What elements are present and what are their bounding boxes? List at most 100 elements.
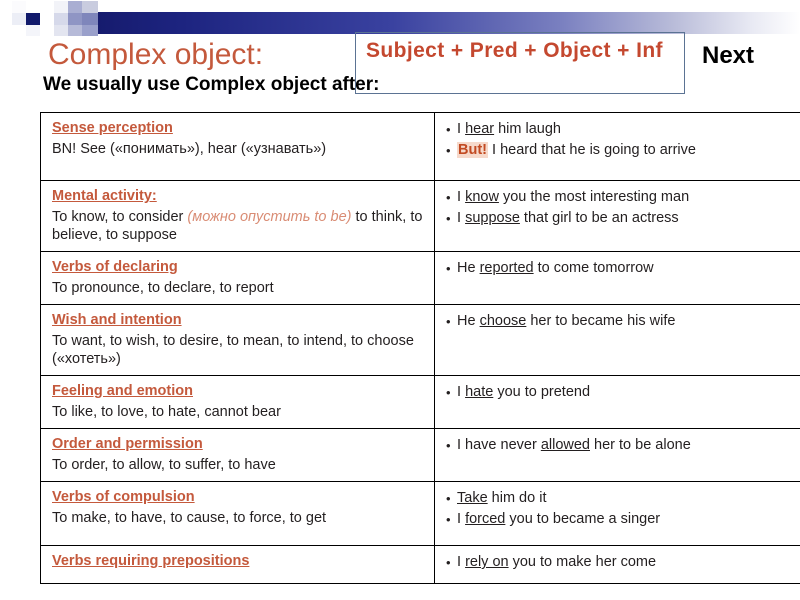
example-text: I heard that he is going to arrive: [488, 142, 696, 158]
example-text: you to became a singer: [505, 511, 661, 527]
category-cell: Verbs requiring prepositions: [40, 545, 435, 584]
category-verbs: To like, to love, to hate, cannot bear: [52, 403, 425, 421]
examples-cell: I rely on you to make her come: [434, 545, 800, 584]
deco-square-dark: [26, 13, 40, 25]
deco-square: [26, 25, 40, 36]
but-badge: But!: [457, 142, 488, 158]
table-row: Feeling and emotion To like, to love, to …: [40, 375, 800, 429]
verbs-text: To make, to have, to cause, to force, to…: [52, 510, 327, 526]
example-item: I hear him laugh: [446, 119, 800, 140]
category-title: Wish and intention: [52, 312, 182, 328]
deco-square: [82, 13, 98, 25]
category-verbs: To pronounce, to declare, to report: [52, 279, 425, 297]
category-verbs: BN! See («понимать»), hear («узнавать»): [52, 140, 425, 158]
deco-square: [12, 13, 26, 25]
example-keyword: allowed: [540, 437, 590, 453]
deco-square: [40, 13, 54, 25]
category-cell: Feeling and emotion To like, to love, to …: [40, 375, 435, 429]
example-item: I suppose that girl to be an actress: [446, 208, 800, 229]
example-item: Take him do it: [446, 488, 800, 509]
example-keyword: hear: [465, 121, 495, 137]
category-verbs: To want, to wish, to desire, to mean, to…: [52, 332, 425, 368]
example-keyword: hate: [465, 384, 494, 400]
category-cell: Mental activity: To know, to consider (мо…: [40, 180, 435, 252]
example-item: I hate you to pretend: [446, 382, 800, 403]
examples-cell: He choose her to became his wife: [434, 304, 800, 376]
example-item: I rely on you to make her come: [446, 552, 800, 573]
category-title: Order and permission: [52, 436, 203, 452]
category-title: Verbs of compulsion: [52, 489, 195, 505]
example-keyword: know: [465, 189, 499, 205]
example-text: that girl to be an actress: [519, 210, 679, 226]
category-cell: Order and permission To order, to allow, …: [40, 428, 435, 482]
example-text: you to make her come: [508, 554, 657, 570]
verbs-text: To order, to allow, to suffer, to have: [52, 457, 276, 473]
category-title: Mental activity:: [52, 188, 157, 204]
table-row: Verbs requiring prepositions I rely on y…: [40, 545, 800, 584]
deco-square: [68, 1, 82, 13]
table-row: Wish and intention To want, to wish, to d…: [40, 304, 800, 376]
example-text: to come tomorrow: [533, 260, 654, 276]
example-item: I have never allowed her to be alone: [446, 435, 800, 456]
example-text: you to pretend: [493, 384, 591, 400]
example-keyword: reported: [479, 260, 534, 276]
verbs-text: To pronounce, to declare, to report: [52, 280, 274, 296]
example-list: I have never allowed her to be alone: [446, 435, 800, 456]
example-keyword: Take: [457, 490, 488, 506]
example-list: I hate you to pretend: [446, 382, 800, 403]
category-verbs: To make, to have, to cause, to force, to…: [52, 509, 425, 527]
verbs-text: To know, to consider: [52, 209, 188, 225]
category-cell: Verbs of declaring To pronounce, to decla…: [40, 251, 435, 305]
deco-square: [12, 1, 26, 13]
example-text: her to be alone: [590, 437, 691, 453]
table-body: Sense perception BN! See («понимать»), he…: [40, 112, 800, 584]
deco-square: [54, 25, 68, 36]
example-list: I rely on you to make her come: [446, 552, 800, 573]
example-list: He choose her to became his wife: [446, 311, 800, 332]
category-cell: Sense perception BN! See («понимать»), he…: [40, 112, 435, 181]
category-title: Sense perception: [52, 120, 173, 136]
table-row: Sense perception BN! See («понимать»), he…: [40, 112, 800, 181]
examples-cell: I hate you to pretend: [434, 375, 800, 429]
verbs-note: (можно опустить to be): [187, 209, 352, 225]
example-list: I hear him laughBut! I heard that he is …: [446, 119, 800, 161]
page-subtitle: We usually use Complex object after:: [43, 74, 380, 95]
category-title: Verbs requiring prepositions: [52, 553, 250, 569]
example-text: I: [457, 189, 466, 205]
example-keyword: choose: [479, 313, 527, 329]
table-row: Order and permission To order, to allow, …: [40, 428, 800, 482]
examples-cell: Take him do it I forced you to became a s…: [434, 481, 800, 546]
verbs-text: BN! See («понимать»), hear («узнавать»): [52, 141, 327, 157]
deco-square: [68, 25, 82, 36]
example-list: I know you the most interesting manI sup…: [446, 187, 800, 229]
deco-square: [82, 1, 98, 13]
verbs-text: To want, to wish, to desire, to mean, to…: [52, 333, 414, 367]
category-title: Feeling and emotion: [52, 383, 193, 399]
example-text: him do it: [487, 490, 547, 506]
deco-square: [54, 1, 68, 13]
formula-text: Subject + Pred + Object + Inf: [366, 39, 663, 62]
example-text: I: [457, 554, 466, 570]
example-text: I: [457, 121, 466, 137]
deco-square: [40, 1, 54, 13]
deco-square: [26, 1, 40, 13]
category-title: Verbs of declaring: [52, 259, 178, 275]
example-keyword: forced: [465, 511, 506, 527]
category-cell: Wish and intention To want, to wish, to d…: [40, 304, 435, 376]
example-item: But! I heard that he is going to arrive: [446, 140, 800, 161]
table-row: Verbs of compulsion To make, to have, to …: [40, 481, 800, 546]
example-keyword: rely on: [465, 554, 509, 570]
example-text: He: [457, 313, 480, 329]
example-text: him laugh: [494, 121, 561, 137]
example-text: I: [457, 384, 466, 400]
example-text: I: [457, 511, 466, 527]
example-keyword: suppose: [465, 210, 520, 226]
next-button[interactable]: Next: [702, 42, 754, 70]
examples-cell: I have never allowed her to be alone: [434, 428, 800, 482]
examples-cell: I hear him laughBut! I heard that he is …: [434, 112, 800, 181]
deco-square: [68, 13, 82, 25]
category-cell: Verbs of compulsion To make, to have, to …: [40, 481, 435, 546]
example-text: her to became his wife: [526, 313, 676, 329]
examples-cell: I know you the most interesting manI sup…: [434, 180, 800, 252]
category-verbs: To order, to allow, to suffer, to have: [52, 456, 425, 474]
